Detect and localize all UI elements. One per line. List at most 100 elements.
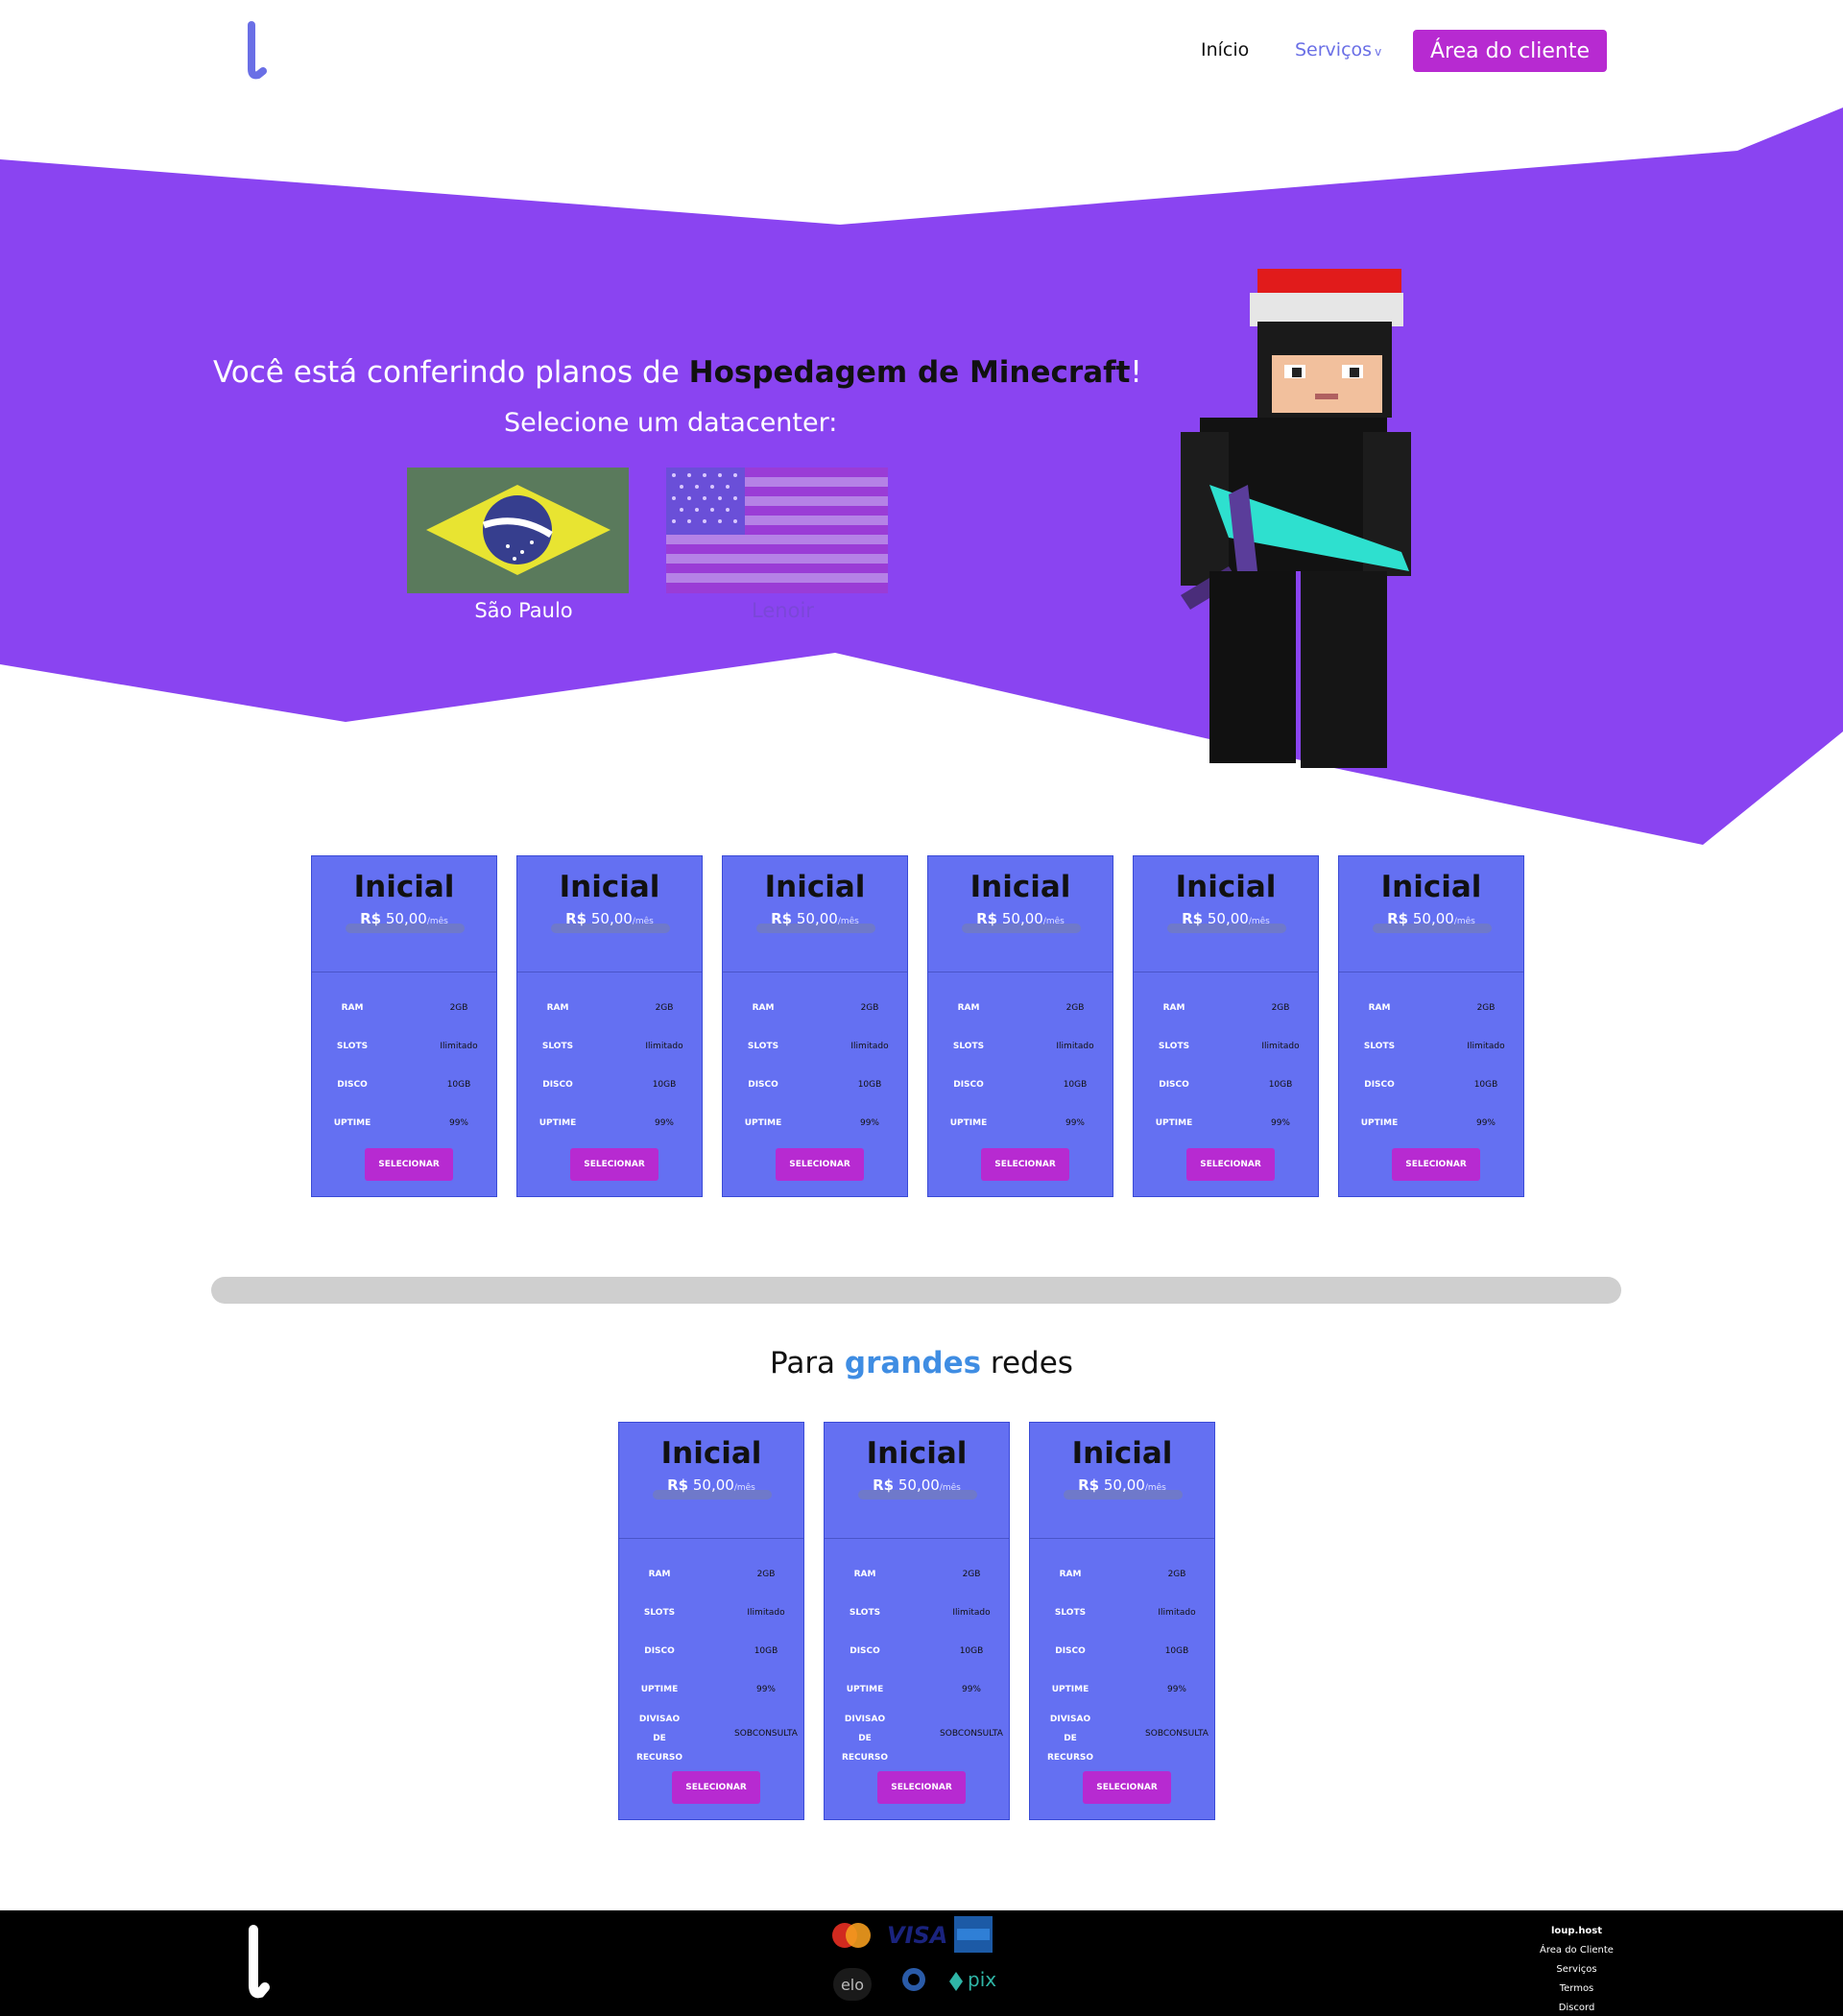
datacenter-lenoir[interactable]: Lenoir [672, 599, 894, 622]
plan-price: R$ 50,00/mês [928, 910, 1113, 927]
spec-value: 99% [1270, 1118, 1290, 1128]
price-period: /mês [733, 1483, 755, 1493]
select-plan-button[interactable]: SELECIONAR [672, 1771, 760, 1804]
select-plan-button[interactable]: SELECIONAR [1392, 1148, 1480, 1181]
diners-icon [902, 1968, 925, 1991]
brazil-flag-icon[interactable] [407, 468, 629, 593]
spec-value: Ilimitado [440, 1042, 478, 1051]
elo-icon: elo [833, 1968, 872, 2001]
plan-card: Inicial R$ 50,00/mês RAM 2GB SLOTS Ilimitado D… [516, 855, 703, 1197]
price-currency: R$ [771, 910, 793, 927]
datacenter-prompt: Selecione um datacenter: [504, 408, 838, 438]
plan-title: Inicial [1071, 1436, 1173, 1471]
spec-value: SOBCONSULTA [734, 1729, 798, 1739]
plan-price: R$ 50,00/mês [1339, 910, 1523, 927]
plan-title: Inicial [1175, 870, 1277, 904]
datacenter-sao-paulo[interactable]: São Paulo [413, 599, 634, 622]
spec-label: DISCO [1159, 1080, 1189, 1090]
spec-value: 10GB [1473, 1080, 1498, 1090]
spec-value: 2GB [449, 1003, 468, 1013]
spec-value: 10GB [446, 1080, 471, 1090]
mastercard-icon [832, 1923, 871, 1948]
plan-card: Inicial R$ 50,00/mês RAM 2GB SLOTS Ilimitado D… [927, 855, 1113, 1197]
spec-value: SOBCONSULTA [940, 1729, 1003, 1739]
spec-value: 10GB [857, 1080, 882, 1090]
hero-background [0, 108, 1843, 845]
spec-label: SLOTS [1054, 1608, 1087, 1618]
spec-label: SLOTS [1363, 1042, 1396, 1051]
price-period: /mês [837, 917, 859, 926]
spec-label: DISCO [337, 1080, 368, 1090]
spec-value: 10GB [1268, 1080, 1293, 1090]
plan-price: R$ 50,00/mês [825, 1476, 1009, 1494]
spec-value: 99% [448, 1118, 468, 1128]
spec-value: 2GB [655, 1003, 674, 1013]
plan-card: Inicial R$ 50,00/mês RAM 2GB SLOTS Ilimitado D… [722, 855, 908, 1197]
footer-link-termos[interactable]: Termos [1507, 1980, 1646, 1999]
plan-title: Inicial [1380, 870, 1482, 904]
plan-card: Inicial R$ 50,00/mês RAM 2GB SLOTS Ilimitado D… [311, 855, 497, 1197]
spec-value: 10GB [1063, 1080, 1088, 1090]
spec-label: DISCO [850, 1646, 880, 1656]
card-divider [825, 1538, 1009, 1539]
spec-value: Ilimitado [645, 1042, 683, 1051]
footer-logo[interactable] [245, 1924, 270, 2003]
spec-value: 99% [859, 1118, 879, 1128]
select-plan-button[interactable]: SELECIONAR [570, 1148, 658, 1181]
spec-label: SLOTS [336, 1042, 369, 1051]
spec-value: 2GB [1476, 1003, 1496, 1013]
plan-price: R$ 50,00/mês [312, 910, 496, 927]
price-period: /mês [939, 1483, 961, 1493]
plan-price: R$ 50,00/mês [517, 910, 702, 927]
spec-label: UPTIME [640, 1685, 679, 1694]
spec-label: UPTIME [333, 1118, 371, 1128]
plan-title: Inicial [969, 870, 1071, 904]
price-value: 50,00 [894, 1476, 940, 1494]
spec-label: RAM [752, 1003, 775, 1013]
footer-link-discord[interactable]: Discord [1507, 1999, 1646, 2016]
spec-label: UPTIME [1360, 1118, 1399, 1128]
select-plan-button[interactable]: SELECIONAR [981, 1148, 1069, 1181]
spec-label: DIVISAO DE RECURSO [635, 1715, 683, 1763]
footer-link-area-cliente[interactable]: Área do Cliente [1507, 1941, 1646, 1960]
select-plan-button[interactable]: SELECIONAR [776, 1148, 864, 1181]
pix-label: pix [968, 1968, 997, 1991]
plan-title: Inicial [353, 870, 455, 904]
spec-value: 99% [1475, 1118, 1496, 1128]
hero-title: Você está conferindo planos de Hospedage… [213, 355, 1142, 390]
spec-value: 2GB [860, 1003, 879, 1013]
price-value: 50,00 [997, 910, 1043, 927]
spec-label: RAM [1368, 1003, 1391, 1013]
plan-title: Inicial [764, 870, 866, 904]
spec-value: 10GB [754, 1646, 778, 1656]
select-plan-button[interactable]: SELECIONAR [1186, 1148, 1275, 1181]
price-value: 50,00 [586, 910, 633, 927]
spec-label: RAM [1059, 1570, 1082, 1579]
spec-value: 2GB [962, 1570, 981, 1579]
price-currency: R$ [976, 910, 998, 927]
plan-card: Inicial R$ 50,00/mês RAM 2GB SLOTS Ilimitado D… [824, 1422, 1010, 1820]
price-period: /mês [1248, 917, 1270, 926]
spec-label: DIVISAO DE RECURSO [841, 1715, 889, 1763]
spec-label: RAM [648, 1570, 671, 1579]
card-divider [1030, 1538, 1214, 1539]
usa-flag-icon[interactable] [666, 468, 888, 593]
select-plan-button[interactable]: SELECIONAR [365, 1148, 453, 1181]
price-period: /mês [632, 917, 654, 926]
spec-value: 2GB [1167, 1570, 1186, 1579]
footer-brand[interactable]: loup.host [1507, 1922, 1646, 1941]
select-plan-button[interactable]: SELECIONAR [1083, 1771, 1171, 1804]
price-value: 50,00 [1408, 910, 1454, 927]
pix-icon [949, 1972, 963, 1991]
spec-value: 2GB [756, 1570, 776, 1579]
spec-label: SLOTS [849, 1608, 881, 1618]
plan-price: R$ 50,00/mês [619, 1476, 803, 1494]
spec-label: SLOTS [643, 1608, 676, 1618]
spec-label: DISCO [542, 1080, 573, 1090]
spec-label: RAM [341, 1003, 364, 1013]
spec-value: 2GB [1271, 1003, 1290, 1013]
amex-icon [954, 1916, 993, 1953]
plan-price: R$ 50,00/mês [723, 910, 907, 927]
select-plan-button[interactable]: SELECIONAR [877, 1771, 966, 1804]
footer-link-servicos[interactable]: Serviços [1507, 1960, 1646, 1980]
